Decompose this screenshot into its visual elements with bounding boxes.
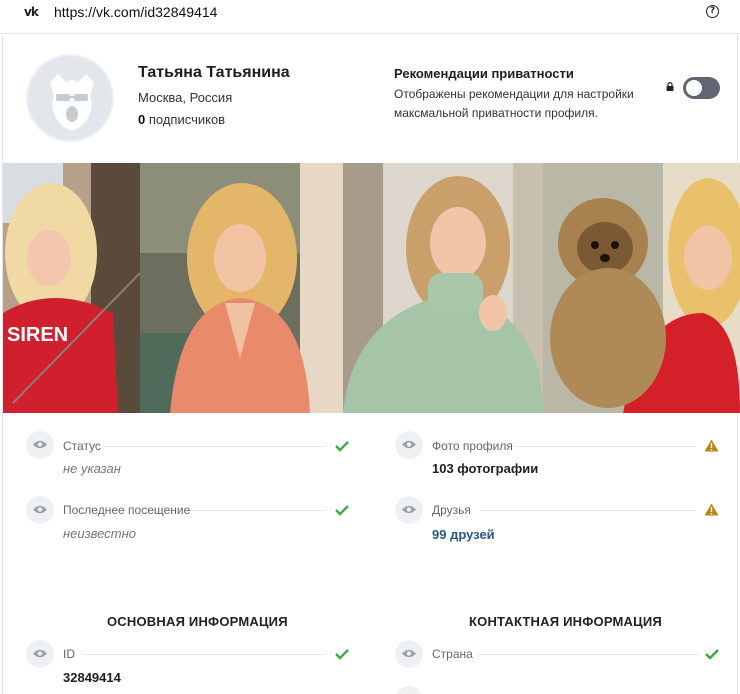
check-icon (705, 649, 719, 660)
photo-2[interactable] (140, 163, 343, 413)
check-icon (335, 505, 349, 516)
photo-4[interactable] (543, 163, 740, 413)
basic-info-heading: ОСНОВНАЯ ИНФОРМАЦИЯ (107, 614, 288, 629)
lock-icon (666, 82, 674, 91)
eye-glyph-icon (402, 440, 416, 449)
check-icon (335, 649, 349, 660)
subscribers-label: подписчиков (148, 112, 226, 127)
privacy-description: Отображены рекомендации для настройки ма… (394, 87, 634, 120)
subscribers-count: 0 (138, 112, 146, 127)
eye-glyph-icon (33, 505, 47, 514)
photo-3[interactable] (343, 163, 543, 413)
help-icon[interactable]: ? (706, 5, 719, 18)
friends-divider (480, 510, 696, 511)
photo-2-image (140, 163, 343, 413)
last-seen-value: неизвестно (63, 526, 136, 541)
photo-3-image (343, 163, 543, 413)
eye-glyph-icon (402, 505, 416, 514)
friends-label: Друзья (432, 503, 471, 517)
last-seen-divider (190, 510, 326, 511)
status-divider (104, 446, 326, 447)
profile-city: Москва, Россия (138, 90, 233, 105)
id-value: 32849414 (63, 670, 121, 685)
profile-name: Татьяна Татьянина (138, 64, 290, 81)
status-label: Статус (63, 439, 101, 453)
profile-subscribers: 0 подписчиков (138, 112, 225, 127)
eye-glyph-icon (33, 649, 47, 658)
profile-photo-label: Фото профиля (432, 439, 513, 453)
eye-icon[interactable] (26, 496, 54, 524)
photo-1[interactable]: SIREN (3, 163, 140, 413)
vk-logo-icon: vk (24, 5, 39, 19)
country-label: Страна (432, 647, 473, 661)
id-divider (82, 654, 326, 655)
url-text[interactable]: https://vk.com/id32849414 (54, 4, 217, 20)
warning-icon (704, 439, 719, 452)
eye-glyph-icon (33, 440, 47, 449)
toggle-knob (686, 80, 702, 96)
eye-icon[interactable] (395, 640, 423, 668)
last-seen-label: Последнее посещение (63, 503, 191, 517)
eye-glyph-icon (402, 649, 416, 658)
status-value: не указан (63, 461, 121, 476)
photo-1-image: SIREN (3, 163, 140, 413)
svg-text:SIREN: SIREN (7, 324, 68, 346)
check-icon (335, 441, 349, 452)
privacy-toggle[interactable] (683, 77, 720, 99)
eye-icon[interactable] (395, 496, 423, 524)
vk-dog-placeholder-icon (28, 56, 112, 140)
profile-photo-value[interactable]: 103 фотографии (432, 461, 538, 476)
eye-icon[interactable] (395, 431, 423, 459)
warning-icon (704, 503, 719, 516)
photo-strip: SIREN (3, 163, 740, 413)
privacy-title: Рекомендации приватности (394, 66, 574, 81)
photo-4-image (543, 163, 740, 413)
eye-icon[interactable] (26, 640, 54, 668)
eye-icon[interactable] (26, 431, 54, 459)
country-divider (478, 654, 698, 655)
id-label: ID (63, 647, 75, 661)
contact-info-heading: КОНТАКТНАЯ ИНФОРМАЦИЯ (469, 614, 662, 629)
profile-photo-divider (514, 446, 696, 447)
avatar (26, 54, 114, 142)
friends-link[interactable]: 99 друзей (432, 527, 495, 542)
url-bar: vk https://vk.com/id32849414 ? (0, 0, 740, 34)
